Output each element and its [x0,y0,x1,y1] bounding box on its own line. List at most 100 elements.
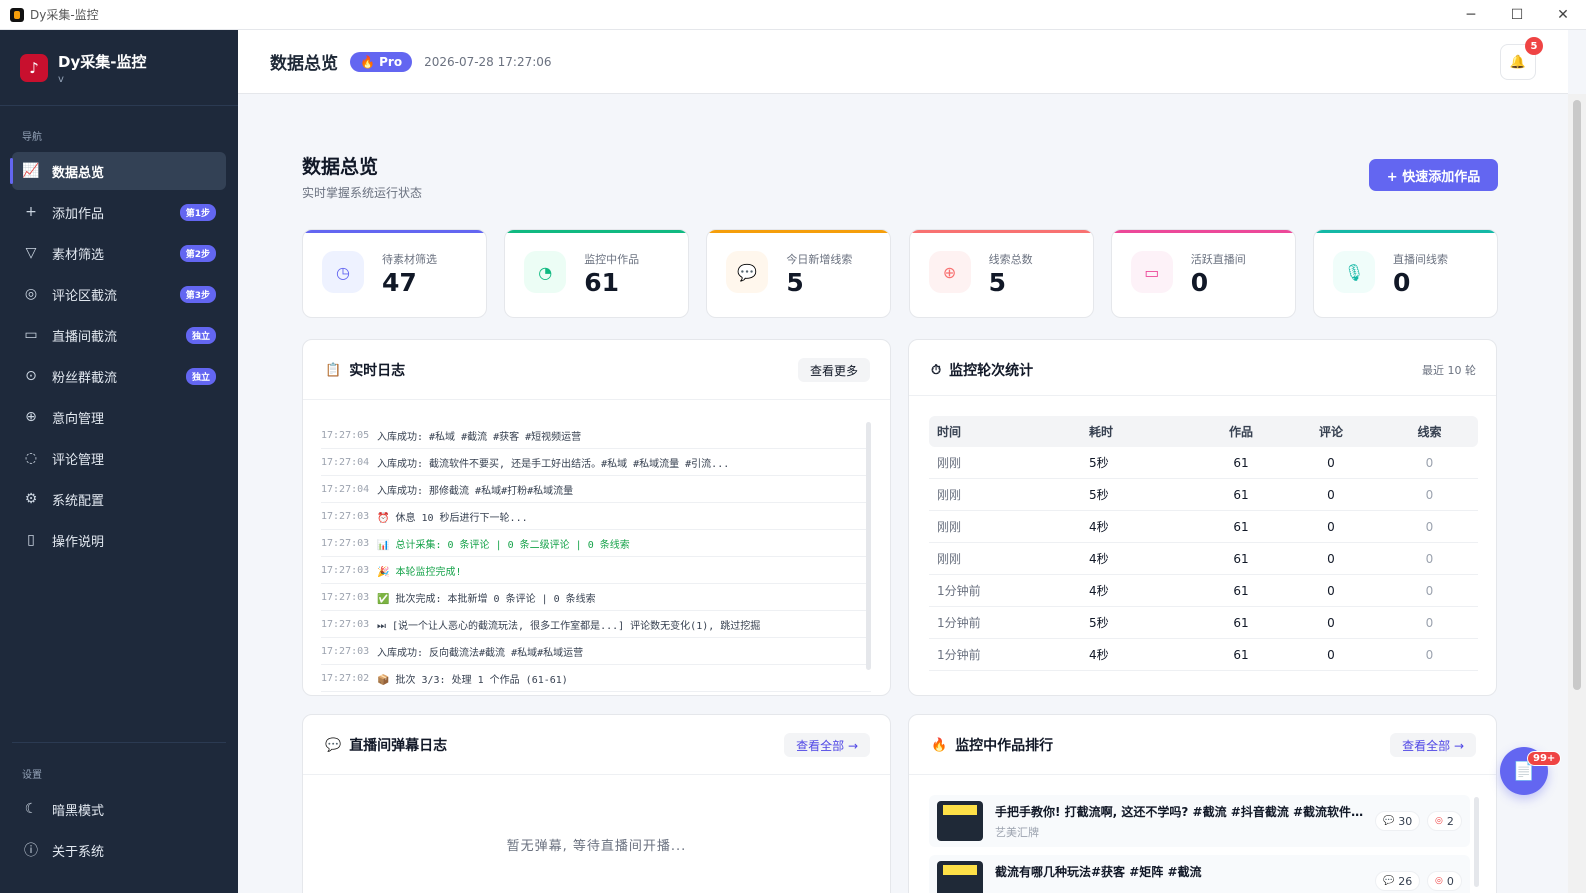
cell-time: 刚刚 [937,488,962,502]
table-row: 1分钟前 4秒 61 0 0 [929,639,1478,671]
target-icon: ◎ [1435,876,1443,886]
ranking-item-title: 截流有哪几种玩法#获客 #矩阵 #截流 [995,865,1202,879]
sidebar-item-system-config[interactable]: ⚙ 系统配置 [12,480,226,518]
danmaku-title: 直播间弹幕日志 [349,738,448,754]
sidebar-item-label: 评论区截流 [52,288,118,304]
stat-accent-bar [303,230,486,233]
sidebar-item-label: 操作说明 [52,534,105,550]
target-icon: ◎ [24,286,38,302]
cell-leads: 0 [1425,647,1434,662]
card-header: ⏱ 监控轮次统计 最近 10 轮 [909,340,1496,396]
sidebar-item-dark-mode[interactable]: ☾ 暗黑模式 [12,790,226,828]
chat-bubble-icon: 💬 [325,737,342,753]
log-message: 入库成功: 那修截流 #私域#打粉#私域流量 [377,485,574,497]
card-header: 📋 实时日志 查看更多 [303,340,890,400]
card-title: ⏱ 监控轮次统计 [931,360,1033,380]
close-icon[interactable]: ✕ [1540,0,1586,30]
log-message: 📦 批次 3/3: 处理 1 个作品 (61-61) [377,674,568,686]
cell-works: 61 [1233,551,1249,566]
cell-works: 61 [1233,647,1249,662]
microphone-icon: 🎙 [1333,251,1375,293]
clock-icon: ◷ [322,251,364,293]
header-timestamp: 2026-07-28 17:27:06 [424,54,552,69]
sidebar-item-comment-management[interactable]: ◌ 评论管理 [12,439,226,477]
view-all-danmaku-button[interactable]: 查看全部 → [784,733,870,757]
ranking-item[interactable]: 截流有哪几种玩法#获客 #矩阵 #截流 💬 26 ◎ 0 [929,855,1470,893]
log-message: ✅ 批次完成: 本批新增 0 条评论 | 0 条线索 [377,593,596,605]
cell-comments: 0 [1327,583,1335,598]
quick-add-work-button[interactable]: + 快速添加作品 [1369,159,1498,191]
view-more-button[interactable]: 查看更多 [797,358,870,382]
view-all-ranking-button[interactable]: 查看全部 → [1390,733,1476,757]
log-row: 17:27:02 📦 批次 3/3: 处理 1 个作品 (61-61) [321,665,871,692]
cell-works: 61 [1233,455,1249,470]
cell-comments: 0 [1327,487,1335,502]
cell-leads: 0 [1425,615,1434,630]
card-header: 🔥 监控中作品排行 查看全部 → [909,715,1496,775]
ranking-item-title: 手把手教你! 打截流啊, 这还不学吗? #截流 #抖音截流 #截流软件 ... [995,805,1367,819]
stat-accent-bar [1111,230,1295,233]
stat-label: 活跃直播间 [1190,253,1246,266]
log-message: 入库成功: 截流软件不要买, 还是手工好出结活。#私域 #私域流量 #引流... [377,458,730,470]
tiktok-logo-icon: ♪ [20,53,48,82]
step-badge: 第2步 [179,245,216,262]
sidebar-item-instructions[interactable]: ▯ 操作说明 [12,521,226,559]
notification-button[interactable]: 🔔 5 [1500,37,1543,80]
cell-duration: 5秒 [1089,488,1109,502]
scrollbar-thumb[interactable] [1573,100,1581,690]
log-time: 17:27:03 [321,618,370,630]
sidebar-item-live-intercept[interactable]: ▭ 直播间截流 独立 [12,316,226,354]
page-scrollbar[interactable] [1568,94,1586,893]
card-header: 💬 直播间弹幕日志 查看全部 → [303,715,890,775]
fire-icon: 🔥 [931,737,948,753]
sidebar-item-label: 数据总览 [52,165,105,181]
sidebar-item-fan-group-intercept[interactable]: ⊙ 粉丝群截流 独立 [12,357,226,395]
cell-time: 1分钟前 [937,584,981,598]
crosshair-icon: ⊕ [25,409,37,425]
log-scrollbar[interactable] [866,422,871,670]
stat-value: 0 [1393,268,1411,297]
cell-duration: 4秒 [1089,584,1109,598]
page-header: 数据总览 🔥 Pro 2026-07-28 17:27:06 🔔 5 [238,30,1568,94]
sidebar-item-about[interactable]: ⓘ 关于系统 [12,831,226,869]
cell-time: 刚刚 [937,456,962,470]
target-icon: ◎ [1435,816,1443,826]
sidebar-item-material-filter[interactable]: ▽ 素材筛选 第2步 [12,234,226,272]
lead-count: ◎ 2 [1427,811,1462,831]
bell-icon: 🔔 [1509,54,1527,70]
stat-card: 🎙 直播间线索 0 [1313,229,1498,318]
moon-icon: ☾ [24,801,38,817]
cell-leads: 0 [1425,583,1434,598]
ranking-item[interactable]: 手把手教你! 打截流啊, 这还不学吗? #截流 #抖音截流 #截流软件 ... 艺… [929,795,1470,847]
sidebar-item-add-work[interactable]: + 添加作品 第1步 [12,193,226,231]
col-time: 时间 [937,425,962,439]
cell-works: 61 [1233,615,1249,630]
lead-count: ◎ 0 [1427,871,1462,891]
ranking-scrollbar[interactable] [1474,797,1479,887]
sidebar-item-label: 素材筛选 [52,247,105,263]
comment-count-value: 30 [1398,814,1413,828]
maximize-icon[interactable]: ☐ [1494,0,1540,30]
video-icon: ▭ [1130,251,1173,293]
sidebar-item-intent-management[interactable]: ⊕ 意向管理 [12,398,226,436]
stat-label: 待素材筛选 [382,253,437,266]
stat-label: 直播间线索 [1393,253,1448,266]
plus-icon: + [25,204,37,220]
sidebar-item-comment-intercept[interactable]: ◎ 评论区截流 第3步 [12,275,226,313]
cell-duration: 5秒 [1089,616,1109,630]
log-row: 17:27:03 ⏰ 休息 10 秒后进行下一轮... [321,503,871,530]
step-badge: 第3步 [179,286,216,303]
sidebar-item-label: 关于系统 [52,844,105,860]
stat-accent-bar [1314,230,1497,233]
stat-value: 47 [382,268,417,297]
rounds-table: 时间 耗时 作品 评论 线索 刚刚 5秒 61 0 0 刚刚 5秒 61 0 0 刚刚 4秒 61 0 0 刚… [929,416,1478,671]
minimize-icon[interactable]: ─ [1448,0,1494,30]
sidebar-item-label: 直播间截流 [52,329,118,345]
ranking-title: 监控中作品排行 [955,738,1054,754]
sidebar-item-overview[interactable]: 📈 数据总览 [10,152,226,190]
stat-card: ▭ 活跃直播间 0 [1110,229,1296,318]
cell-leads: 0 [1425,519,1434,534]
log-time: 17:27:03 [321,537,370,549]
comment-icon: 💬 [1383,876,1395,886]
stat-value: 5 [988,268,1006,297]
